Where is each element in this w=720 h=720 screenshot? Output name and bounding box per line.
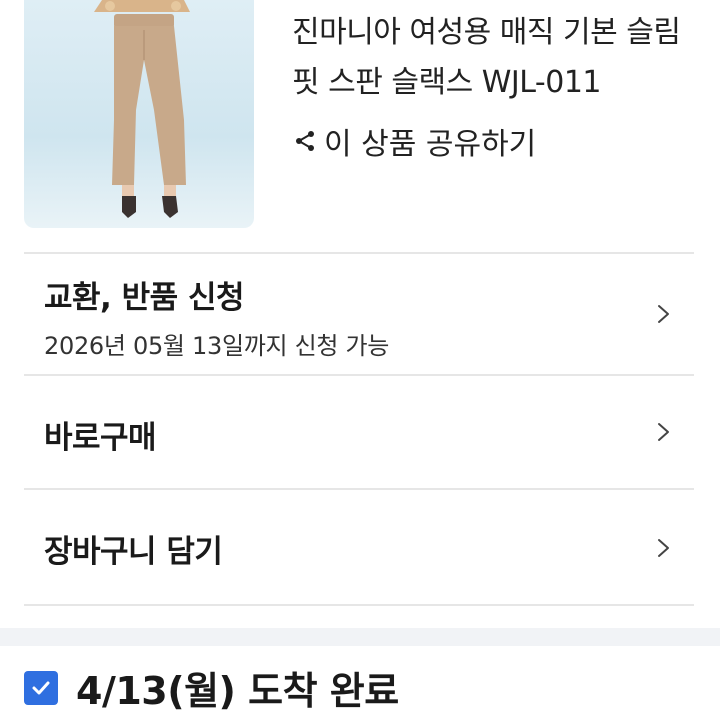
delivery-checkbox[interactable] bbox=[24, 670, 58, 705]
exchange-return-title: 교환, 반품 신청 bbox=[44, 280, 244, 316]
share-icon bbox=[292, 128, 318, 154]
product-image bbox=[94, 0, 190, 218]
chevron-right-icon bbox=[658, 539, 669, 557]
divider bbox=[24, 604, 694, 606]
add-to-cart-row[interactable]: 장바구니 담기 bbox=[24, 490, 694, 604]
product-summary: 진마니아 여성용 매직 기본 슬림핏 스판 슬랙스 WJL-011 이 상품 공… bbox=[0, 0, 720, 252]
delivery-status-text: 4/13(월) 도착 완료 bbox=[76, 669, 399, 713]
chevron-right-icon bbox=[658, 423, 669, 441]
checkmark-icon bbox=[32, 681, 50, 694]
share-button[interactable]: 이 상품 공유하기 bbox=[292, 116, 536, 166]
exchange-return-deadline: 2026년 05월 13일까지 신청 가능 bbox=[44, 332, 390, 360]
exchange-return-row[interactable]: 교환, 반품 신청 2026년 05월 13일까지 신청 가능 bbox=[24, 254, 694, 374]
product-thumbnail[interactable] bbox=[24, 0, 254, 228]
share-label: 이 상품 공유하기 bbox=[324, 127, 537, 162]
add-to-cart-label: 장바구니 담기 bbox=[44, 534, 223, 570]
delivery-status: 4/13(월) 도착 완료 bbox=[24, 660, 399, 715]
chevron-right-icon bbox=[658, 305, 669, 323]
product-name: 진마니아 여성용 매직 기본 슬림핏 스판 슬랙스 WJL-011 bbox=[292, 15, 681, 100]
buy-now-row[interactable]: 바로구매 bbox=[24, 376, 694, 488]
buy-now-label: 바로구매 bbox=[44, 420, 157, 456]
section-separator bbox=[0, 628, 720, 646]
